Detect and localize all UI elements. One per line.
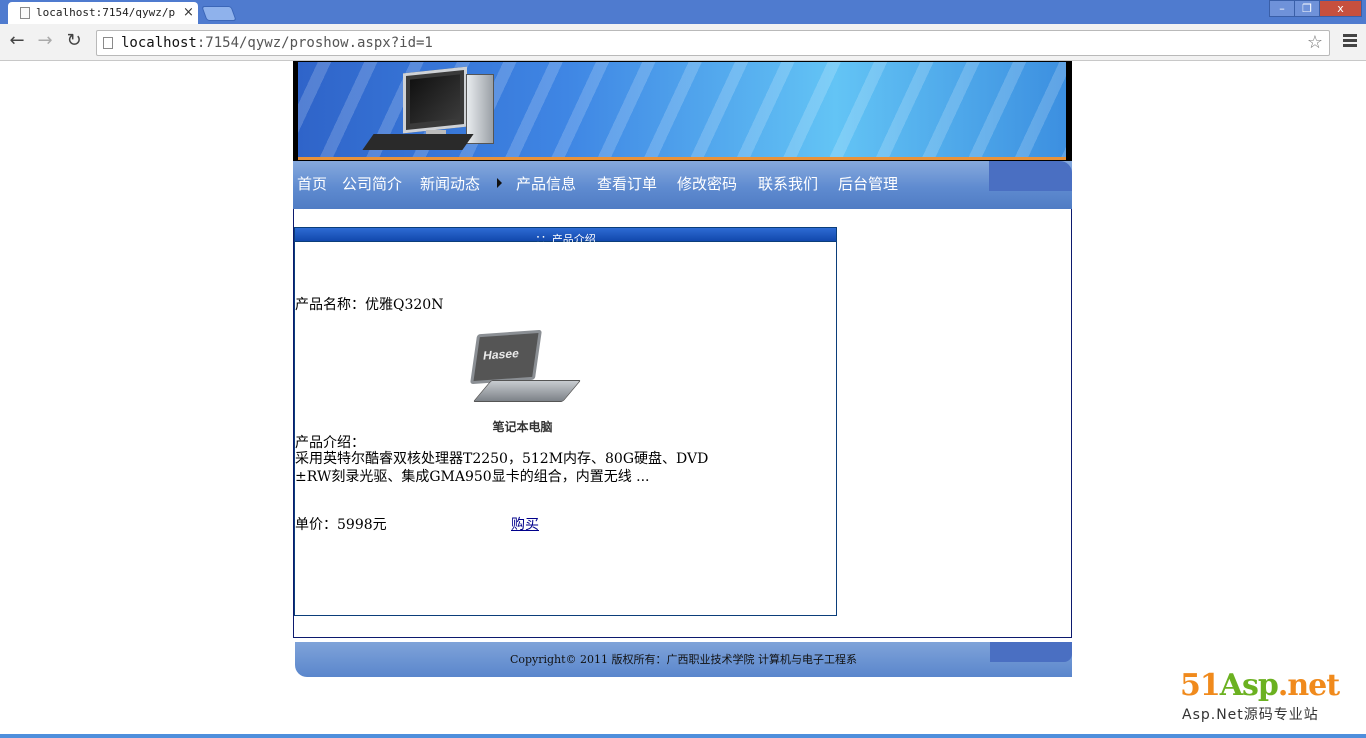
new-tab-button[interactable] [201,6,237,21]
product-name: 产品名称：优雅Q320N [295,297,444,313]
nav-contact[interactable]: 联系我们 [758,173,818,194]
nav-products[interactable]: 产品信息 [516,173,576,194]
minimize-button[interactable]: – [1269,0,1295,17]
product-panel: ：：产品介绍 产品名称：优雅Q320N Hasee 笔记本电脑 产品介绍： 采用… [294,227,837,616]
banner-image [298,62,1066,158]
close-window-button[interactable]: x [1319,0,1362,17]
main-nav: 首页 公司简介 新闻动态 产品信息 查看订单 修改密码 联系我们 后台管理 [293,161,1072,209]
nav-about[interactable]: 公司简介 [342,173,402,194]
watermark-part-51: 51 [1180,668,1221,703]
copyright-text: Copyright© 2011 版权所有：广西职业技术学院 计算机与电子工程系 [509,653,858,666]
url-text[interactable]: localhost:7154/qywz/proshow.aspx?id=1 [121,35,433,51]
computer-monitor-image [403,66,467,134]
nav-decoration [989,161,1072,191]
url-host: localhost [121,35,197,51]
watermark-subtitle: Asp.Net源码专业站 [1182,707,1319,723]
nav-admin[interactable]: 后台管理 [838,173,898,194]
watermark-part-asp: Asp [1219,668,1279,703]
page-icon [20,7,30,19]
nav-orders[interactable]: 查看订单 [597,173,657,194]
panel-header: ：：产品介绍 [295,228,836,246]
site-banner [293,61,1072,161]
watermark-logo: 51Asp.net Asp.Net源码专业站 [1176,668,1356,726]
buy-link[interactable]: 购买 [511,514,539,534]
content-area: ：：产品介绍 产品名称：优雅Q320N Hasee 笔记本电脑 产品介绍： 采用… [293,209,1072,638]
laptop-screen: Hasee [470,329,542,385]
product-image-caption: 笔记本电脑 [492,420,553,434]
laptop-logo: Hasee [482,346,520,363]
nav-submenu-arrow-icon [497,178,502,188]
banner-divider [298,157,1066,160]
watermark-title: 51Asp.net [1180,668,1340,703]
nav-news[interactable]: 新闻动态 [420,173,480,194]
browser-tab-bar: localhost:7154/qywz/pro × – ❐ x [0,0,1366,24]
browser-tab[interactable]: localhost:7154/qywz/pro × [8,2,198,24]
address-bar[interactable]: localhost:7154/qywz/proshow.aspx?id=1 ☆ [96,30,1330,56]
bookmark-star-icon[interactable]: ☆ [1307,32,1323,53]
reload-button[interactable]: ↻ [63,30,85,52]
laptop-base [472,380,582,402]
nav-home[interactable]: 首页 [297,173,327,194]
site-footer: Copyright© 2011 版权所有：广西职业技术学院 计算机与电子工程系 [295,642,1072,677]
back-button[interactable]: ← [6,30,28,52]
product-image: Hasee [470,328,582,408]
keyboard-image [362,134,474,150]
product-price: 单价：5998元 [295,517,387,533]
forward-button[interactable]: → [34,30,56,52]
panel-title: ：：产品介绍 [535,233,596,246]
tab-title: localhost:7154/qywz/pro [36,6,176,19]
browser-menu-icon[interactable] [1340,32,1360,52]
page-icon [103,37,113,49]
close-tab-icon[interactable]: × [183,5,194,20]
description-label: 产品介绍： [295,435,365,451]
watermark-part-net: .net [1277,668,1340,703]
url-path: :7154/qywz/proshow.aspx?id=1 [196,35,433,51]
product-description: 采用英特尔酷睿双核处理器T2250，512M内存、80G硬盘、DVD ±RW刻录… [295,451,709,485]
maximize-button[interactable]: ❐ [1294,0,1320,17]
browser-toolbar: ← → ↻ localhost:7154/qywz/proshow.aspx?i… [0,24,1366,61]
nav-change-password[interactable]: 修改密码 [677,173,737,194]
bottom-edge [0,734,1366,738]
